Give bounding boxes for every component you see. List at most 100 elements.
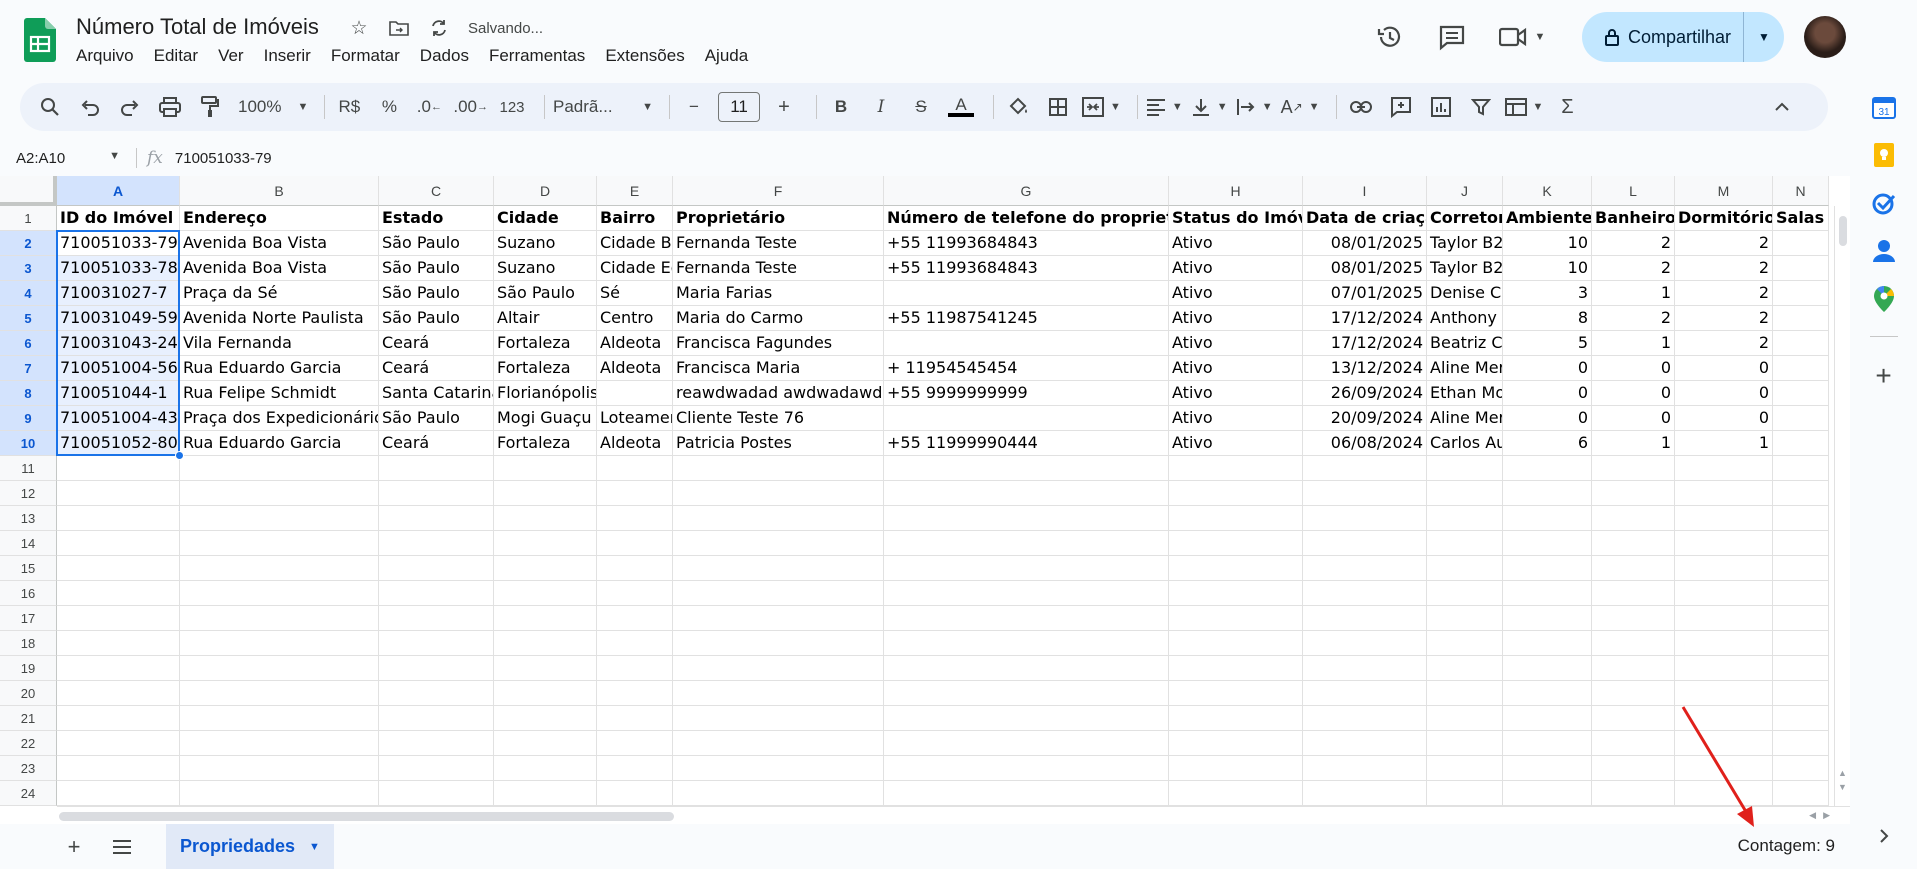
- table-cell[interactable]: 20/09/2024: [1303, 406, 1427, 431]
- header-cell[interactable]: Proprietário: [673, 206, 884, 231]
- table-cell[interactable]: 1: [1592, 331, 1675, 356]
- table-cell[interactable]: Beatriz Co: [1427, 331, 1503, 356]
- table-cell[interactable]: [180, 531, 379, 556]
- table-cell[interactable]: [1675, 756, 1773, 781]
- table-cell[interactable]: Rua Felipe Schmidt: [180, 381, 379, 406]
- table-cell[interactable]: [57, 656, 180, 681]
- table-cell[interactable]: Maria Farias: [673, 281, 884, 306]
- table-cell[interactable]: [1427, 481, 1503, 506]
- table-cell[interactable]: [597, 756, 673, 781]
- table-cell[interactable]: Ceará: [379, 356, 494, 381]
- table-cell[interactable]: [1773, 356, 1829, 381]
- bold-icon[interactable]: B: [825, 91, 857, 123]
- table-cell[interactable]: [379, 606, 494, 631]
- table-cell[interactable]: 08/01/2025: [1303, 231, 1427, 256]
- table-cell[interactable]: [673, 481, 884, 506]
- table-cell[interactable]: [1303, 756, 1427, 781]
- table-cell[interactable]: Santa Catarina: [379, 381, 494, 406]
- table-cell[interactable]: São Paulo: [379, 406, 494, 431]
- table-cell[interactable]: 6: [1503, 431, 1592, 456]
- table-cell[interactable]: [1303, 456, 1427, 481]
- table-cell[interactable]: [673, 581, 884, 606]
- row-header-22[interactable]: 22: [0, 731, 57, 756]
- table-cell[interactable]: Carlos Au: [1427, 431, 1503, 456]
- table-cell[interactable]: [494, 756, 597, 781]
- table-cell[interactable]: 710031049-597: [57, 306, 180, 331]
- table-cell[interactable]: [1675, 531, 1773, 556]
- star-icon[interactable]: ☆: [346, 16, 372, 40]
- table-cell[interactable]: [1675, 606, 1773, 631]
- table-cell[interactable]: 08/01/2025: [1303, 256, 1427, 281]
- table-cell[interactable]: [673, 731, 884, 756]
- table-cell[interactable]: [1303, 681, 1427, 706]
- table-cell[interactable]: [884, 481, 1169, 506]
- table-cell[interactable]: Cidade Bo: [597, 231, 673, 256]
- table-cell[interactable]: [1169, 681, 1303, 706]
- table-cell[interactable]: [1773, 481, 1829, 506]
- row-header-1[interactable]: 1: [0, 206, 57, 231]
- table-cell[interactable]: [1503, 781, 1592, 806]
- print-icon[interactable]: [154, 91, 186, 123]
- table-cell[interactable]: Patricia Postes: [673, 431, 884, 456]
- table-cell[interactable]: [1773, 781, 1829, 806]
- calendar-icon[interactable]: 31: [1871, 94, 1897, 120]
- table-cell[interactable]: [57, 506, 180, 531]
- select-all-corner[interactable]: [0, 176, 57, 206]
- table-cell[interactable]: [884, 406, 1169, 431]
- table-cell[interactable]: [884, 681, 1169, 706]
- table-cell[interactable]: [1592, 656, 1675, 681]
- column-header-c[interactable]: C: [379, 176, 494, 206]
- table-cell[interactable]: Aldeota: [597, 431, 673, 456]
- text-color-icon[interactable]: A: [945, 91, 977, 123]
- header-cell[interactable]: Bairro: [597, 206, 673, 231]
- table-cell[interactable]: [379, 631, 494, 656]
- table-cell[interactable]: [1773, 506, 1829, 531]
- header-cell[interactable]: Ambientes: [1503, 206, 1592, 231]
- row-header-8[interactable]: 8: [0, 381, 57, 406]
- table-cell[interactable]: [1303, 706, 1427, 731]
- header-cell[interactable]: ID do Imóvel: [57, 206, 180, 231]
- table-cell[interactable]: Rua Eduardo Garcia: [180, 356, 379, 381]
- table-cell[interactable]: 710051033-78: [57, 256, 180, 281]
- row-header-3[interactable]: 3: [0, 256, 57, 281]
- table-cell[interactable]: [1592, 506, 1675, 531]
- table-cell[interactable]: [180, 506, 379, 531]
- table-cell[interactable]: 710051004-56: [57, 356, 180, 381]
- column-header-n[interactable]: N: [1773, 176, 1829, 206]
- row-header-10[interactable]: 10: [0, 431, 57, 456]
- table-cell[interactable]: [1169, 481, 1303, 506]
- row-header-20[interactable]: 20: [0, 681, 57, 706]
- table-cell[interactable]: 1: [1592, 281, 1675, 306]
- table-cell[interactable]: Avenida Boa Vista: [180, 231, 379, 256]
- table-cell[interactable]: +55 11987541245: [884, 306, 1169, 331]
- scroll-down-icon[interactable]: ▼: [1838, 782, 1847, 792]
- table-cell[interactable]: [57, 531, 180, 556]
- table-cell[interactable]: Ativo: [1169, 281, 1303, 306]
- header-cell[interactable]: Endereço: [180, 206, 379, 231]
- filter-views-icon[interactable]: ▼: [1504, 91, 1543, 123]
- column-header-a[interactable]: A: [57, 176, 180, 206]
- table-cell[interactable]: [1169, 656, 1303, 681]
- font-select[interactable]: Padrã... ▼: [553, 91, 653, 123]
- table-cell[interactable]: [1592, 456, 1675, 481]
- table-cell[interactable]: [494, 556, 597, 581]
- table-cell[interactable]: [597, 656, 673, 681]
- horizontal-scrollbar[interactable]: ◀ ▶: [57, 806, 1850, 824]
- table-cell[interactable]: [597, 581, 673, 606]
- table-cell[interactable]: [1773, 456, 1829, 481]
- table-cell[interactable]: [1773, 556, 1829, 581]
- table-cell[interactable]: [57, 781, 180, 806]
- table-cell[interactable]: [1169, 631, 1303, 656]
- table-cell[interactable]: [57, 631, 180, 656]
- table-cell[interactable]: 5: [1503, 331, 1592, 356]
- table-cell[interactable]: [180, 481, 379, 506]
- borders-icon[interactable]: [1042, 91, 1074, 123]
- table-cell[interactable]: [1303, 581, 1427, 606]
- table-cell[interactable]: Ativo: [1169, 356, 1303, 381]
- table-cell[interactable]: [673, 781, 884, 806]
- table-cell[interactable]: Francisca Fagundes: [673, 331, 884, 356]
- table-cell[interactable]: +55 11993684843: [884, 231, 1169, 256]
- table-cell[interactable]: [1169, 456, 1303, 481]
- table-cell[interactable]: 1: [1592, 431, 1675, 456]
- table-cell[interactable]: [597, 481, 673, 506]
